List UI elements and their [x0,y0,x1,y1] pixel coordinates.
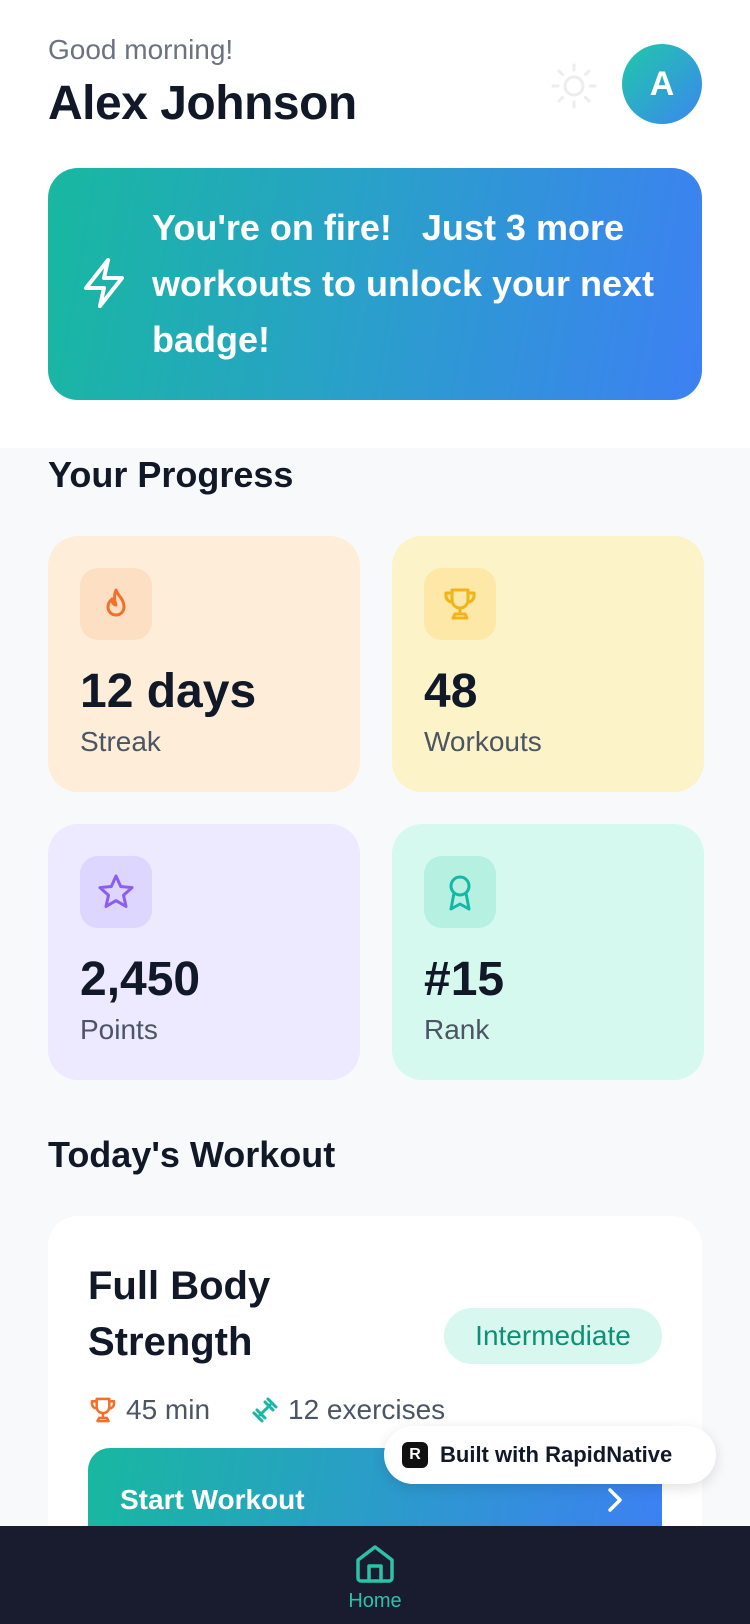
exercises-info: 12 exercises [250,1394,445,1426]
motivation-banner: You're on fire! Just 3 more workouts to … [48,168,702,400]
trophy-icon [444,588,476,620]
home-icon [356,1545,394,1583]
dumbbell-icon [252,1397,278,1423]
rank-value: #15 [424,953,505,1006]
trophy-icon [90,1397,116,1423]
award-icon [449,875,471,911]
built-with-badge[interactable]: R Built with RapidNative [384,1426,716,1484]
rank-label: Rank [424,1014,490,1045]
points-card[interactable]: 2,450 Points [48,824,360,1080]
streak-icon-box [80,568,152,640]
streak-label: Streak [80,726,161,757]
rapidnative-logo: R [402,1442,428,1468]
duration-text: 45 min [126,1394,211,1425]
nav-label-home: Home [348,1590,402,1612]
star-icon [98,874,134,908]
points-label: Points [80,1014,158,1045]
workouts-label: Workouts [424,726,542,757]
workouts-icon-box [424,568,496,640]
header-area: Good morning! Alex Johnson A You're on f… [0,0,750,448]
streak-value: 12 days [80,665,257,718]
user-name: Alex Johnson [48,77,357,130]
chevron-right-icon [608,1488,622,1512]
built-with-text: Built with RapidNative [440,1442,673,1467]
points-icon-box [80,856,152,928]
lightning-icon [84,258,124,308]
sun-icon[interactable] [550,62,598,110]
bottom-nav: Home [0,1526,750,1624]
level-badge: Intermediate [444,1308,662,1364]
avatar[interactable]: A [622,44,702,124]
workouts-card[interactable]: 48 Workouts [392,536,704,792]
duration-info: 45 min [88,1394,210,1426]
today-title: Today's Workout [48,1134,336,1175]
greeting-text: Good morning! [48,34,234,65]
nav-item-home[interactable]: Home [335,1542,415,1613]
workouts-value: 48 [424,665,478,718]
rank-card[interactable]: #15 Rank [392,824,704,1080]
workout-name: Full Body Strength [88,1264,271,1364]
banner-text: You're on fire! Just 3 more workouts to … [152,207,665,360]
flame-icon [106,588,126,617]
rank-icon-box [424,856,496,928]
progress-title: Your Progress [48,454,294,495]
start-workout-label: Start Workout [120,1484,305,1515]
points-value: 2,450 [80,953,201,1006]
exercises-text: 12 exercises [288,1394,446,1425]
streak-card[interactable]: 12 days Streak [48,536,360,792]
